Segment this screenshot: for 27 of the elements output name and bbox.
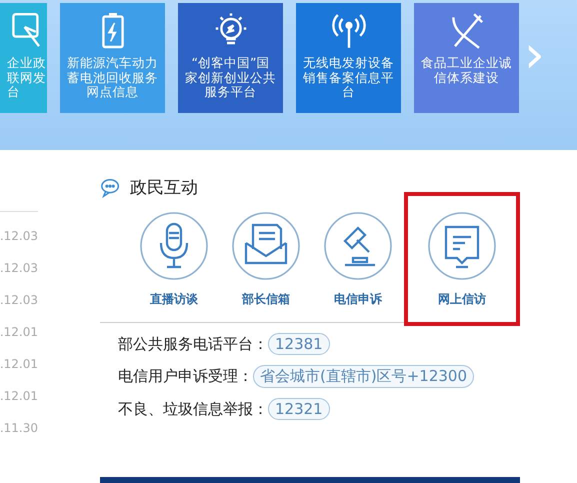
news-date: .12.03 bbox=[0, 228, 38, 245]
interaction-link[interactable]: 部长信箱 bbox=[220, 211, 312, 308]
interaction-link[interactable]: 网上信访 bbox=[404, 192, 520, 326]
service-tile[interactable]: 无线电发射设备 销售备案信息平 台 bbox=[296, 3, 401, 113]
hotline-label: 部公共服务电话平台： bbox=[118, 334, 268, 354]
tile-label: 食品工业企业诚 信体系建设 bbox=[421, 56, 512, 85]
news-date: .12.03 bbox=[0, 292, 38, 309]
news-date: .12.01 bbox=[0, 388, 38, 405]
hotline-number: 12381 bbox=[268, 333, 330, 355]
hotline-label: 电信用户申诉受理： bbox=[118, 367, 253, 386]
hotline-number: 省会城市(直辖市)区号+12300 bbox=[253, 365, 474, 388]
service-tile[interactable]: 食品工业企业诚 信体系建设 bbox=[414, 3, 519, 113]
section-title: 政民互动 bbox=[130, 177, 198, 199]
tile-label: 新能源汽车动力 蓄电池回收服务 网点信息 bbox=[67, 56, 158, 100]
service-tile[interactable]: “创客中国”国 家创新创业公共 服务平台 bbox=[178, 3, 283, 113]
tile-label: 无线电发射设备 销售备案信息平 台 bbox=[303, 56, 394, 100]
service-tile[interactable]: 新能源汽车动力 蓄电池回收服务 网点信息 bbox=[60, 3, 165, 113]
news-date: .12.03 bbox=[0, 260, 38, 277]
news-date: .12.01 bbox=[0, 324, 38, 341]
tile-label: “创客中国”国 家创新创业公共 服务平台 bbox=[185, 56, 276, 100]
news-date: .12.01 bbox=[0, 356, 38, 373]
interaction-link[interactable]: 直播访谈 bbox=[128, 211, 220, 308]
news-date: .11.30 bbox=[0, 420, 38, 437]
hotline-label: 不良、垃圾信息举报： bbox=[118, 400, 268, 418]
interaction-link[interactable]: 电信申诉 bbox=[312, 211, 404, 308]
tile-label: 企业政 联网发 台 bbox=[7, 56, 47, 100]
hotline-number: 12321 bbox=[268, 398, 330, 420]
